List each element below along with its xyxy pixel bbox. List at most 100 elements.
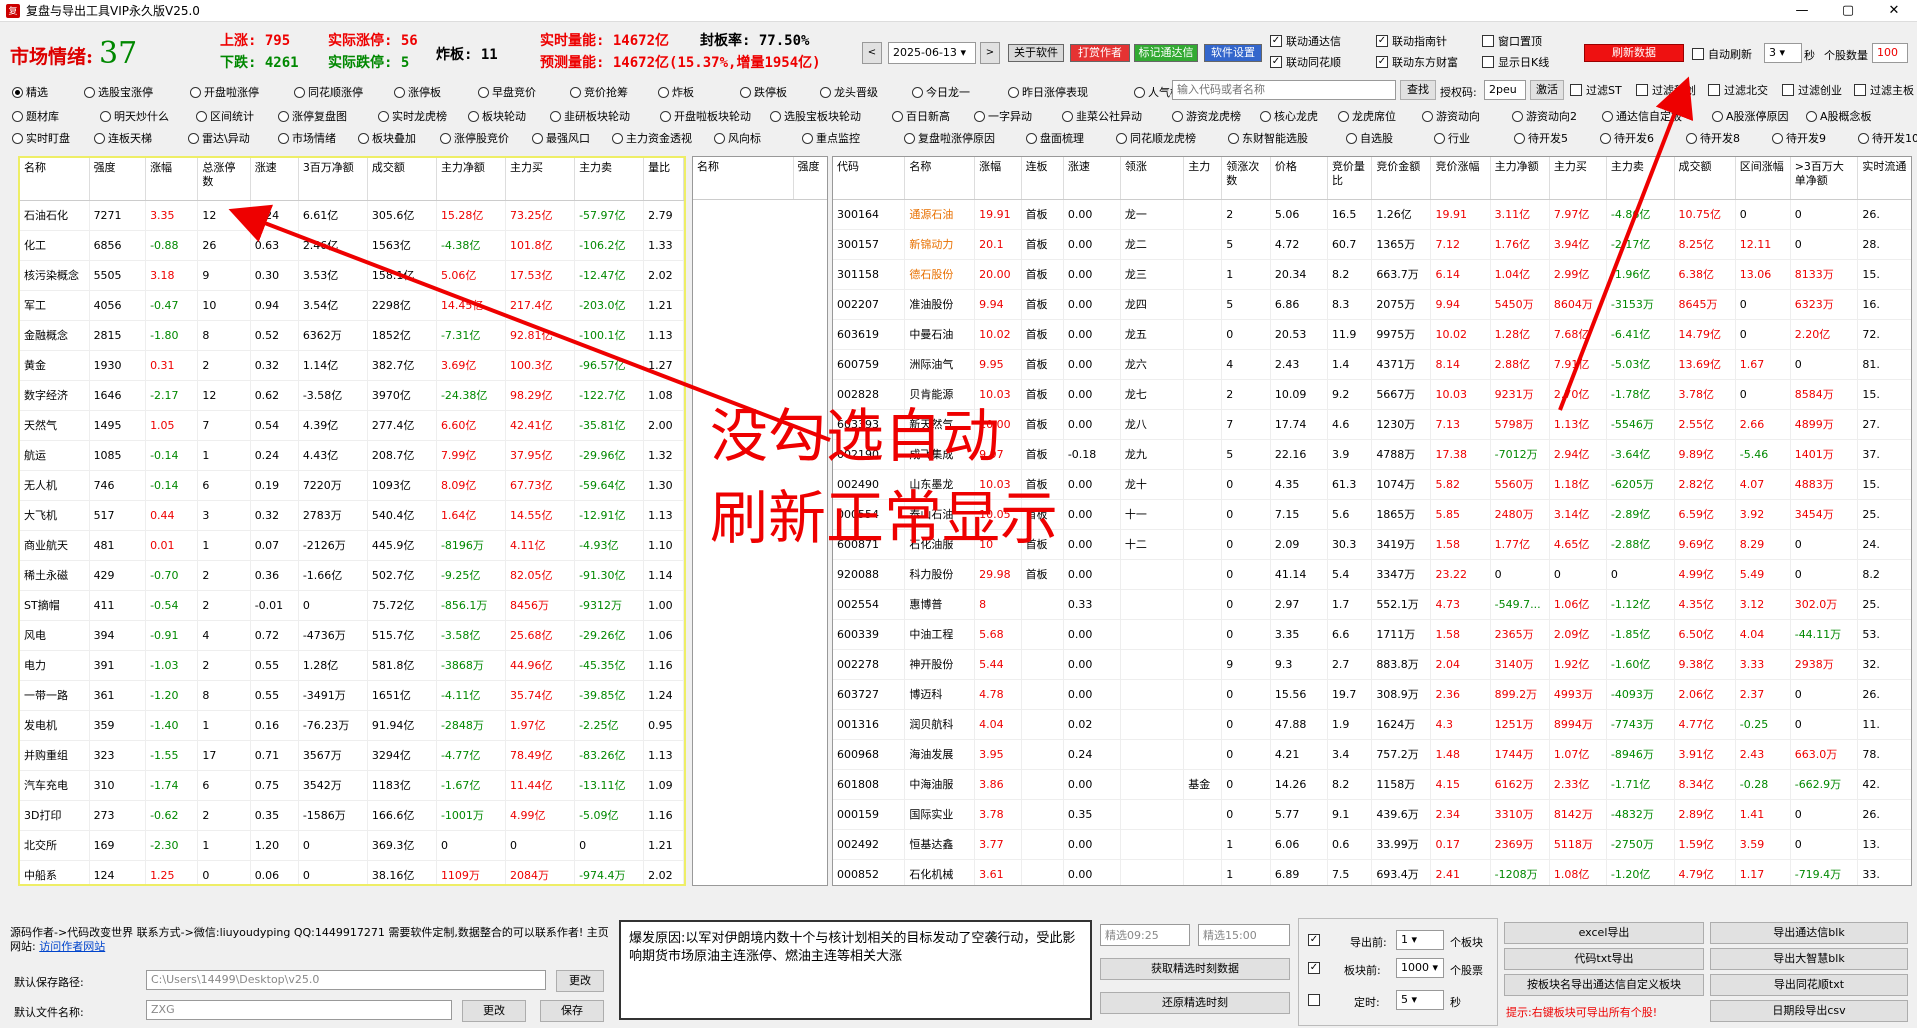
table-row[interactable]: 002492 恒基达鑫 3.77 0.00 1 6.06 0.6 33.99万 0.17 2369… <box>833 829 1911 860</box>
link-znz-checkbox[interactable]: ✓ 联动指南针 <box>1376 33 1447 49</box>
column-header[interactable]: 竞价量比 <box>1327 157 1373 200</box>
radio-row3-14[interactable]: 自选股 <box>1346 130 1393 146</box>
table-row[interactable]: 001316 润贝航科 4.04 0.02 0 47.88 1.9 1624万 4.3 1251万… <box>833 709 1911 740</box>
author-site-link[interactable]: 访问作者网站 <box>39 940 105 953</box>
column-header[interactable]: 主力买 <box>1549 157 1607 200</box>
table-row[interactable]: ST摘帽 411 -0.54 2 -0.01 0 75.72亿 -856.1万 8456万 -93… <box>20 590 684 621</box>
refresh-interval-spinner[interactable]: 3 ▾ <box>1764 43 1802 63</box>
table-row[interactable]: 石油石化 7271 3.35 12 0.24 6.61亿 305.6亿 15.28亿 73.25… <box>20 200 684 231</box>
auth-code-input[interactable]: 2peu <box>1484 80 1526 100</box>
table-row[interactable]: 大飞机 517 0.44 3 0.32 2783万 540.4亿 1.64亿 14.55亿 -12… <box>20 500 684 531</box>
radio-row2-14[interactable]: 龙虎席位 <box>1338 108 1396 124</box>
table-row[interactable]: 一带一路 361 -1.20 8 0.55 -3491万 1651亿 -4.11亿 35.74亿… <box>20 680 684 711</box>
date-picker[interactable]: 2025-06-13 ▾ <box>888 42 976 64</box>
column-header[interactable]: 强度 <box>89 158 147 201</box>
export-board-tdx-button[interactable]: 按板块名导出通达信自定义板块 <box>1504 974 1704 996</box>
column-header[interactable]: 竞价涨幅 <box>1430 157 1491 200</box>
table-row[interactable]: 002190 成飞集成 9.97 首板 -0.18 龙九 5 22.16 3.9 4788万 17.… <box>833 439 1911 470</box>
table-row[interactable]: 920088 科力股份 29.98 首板 0.00 0 41.14 5.4 3347万 23.22… <box>833 559 1911 590</box>
table-row[interactable]: 发电机 359 -1.40 1 0.16 -76.23万 91.94亿 -2848万 1.97亿… <box>20 710 684 741</box>
table-row[interactable]: 603619 中曼石油 10.02 首板 0.00 龙五 0 20.53 11.9 9975万 10… <box>833 319 1911 350</box>
radio-row3-17[interactable]: 待开发6 <box>1600 130 1654 146</box>
snapshot-time-1[interactable]: 精选09:25 <box>1100 924 1190 946</box>
change-name-button[interactable]: 更改 <box>462 1000 526 1022</box>
radio-row1-10[interactable]: 今日龙一 <box>912 84 970 100</box>
table-row[interactable]: 商业航天 481 0.01 1 0.07 -2126万 445.9亿 -8196万 4.11亿 -… <box>20 530 684 561</box>
timer-checkbox[interactable] <box>1308 994 1324 1006</box>
export-ths-txt-button[interactable]: 导出同花顺txt <box>1710 974 1908 996</box>
next-date-button[interactable]: > <box>980 42 1000 64</box>
link-ths-checkbox[interactable]: ✓ 联动同花顺 <box>1270 54 1341 70</box>
radio-row3-16[interactable]: 待开发5 <box>1514 130 1568 146</box>
table-row[interactable]: 002490 山东墨龙 10.03 首板 0.00 龙十 0 4.35 61.3 1074万 5.8… <box>833 469 1911 500</box>
link-tdx-checkbox[interactable]: ✓ 联动通达信 <box>1270 33 1341 49</box>
table-row[interactable]: 军工 4056 -0.47 10 0.94 3.54亿 2298亿 14.45亿 217.4亿 -… <box>20 290 684 321</box>
radio-row3-15[interactable]: 行业 <box>1434 130 1470 146</box>
column-header[interactable]: 涨速 <box>250 158 299 201</box>
export-dzh-blk-button[interactable]: 导出大智慧blk <box>1710 948 1908 970</box>
table-row[interactable]: 000159 国际实业 3.78 0.35 0 5.77 9.1 439.6万 2.34 3310… <box>833 799 1911 830</box>
table-row[interactable]: 603727 博迈科 4.78 0.00 0 15.56 19.7 308.9万 2.36 899… <box>833 679 1911 710</box>
link-dfcf-checkbox[interactable]: ✓ 联动东方财富 <box>1376 54 1458 70</box>
radio-row3-2[interactable]: 雷达\异动 <box>188 130 250 146</box>
column-header[interactable]: 成交额 <box>367 158 437 201</box>
radio-row2-15[interactable]: 游资动向 <box>1422 108 1480 124</box>
column-header[interactable]: 主力净额 <box>436 158 507 201</box>
filter-checkbox-2[interactable]: 过滤北交 <box>1708 82 1768 98</box>
radio-row2-3[interactable]: 涨停复盘图 <box>278 108 347 124</box>
snapshot-time-2[interactable]: 精选15:00 <box>1198 924 1290 946</box>
column-header[interactable]: 主力卖 <box>574 158 645 201</box>
radio-row1-11[interactable]: 昨日涨停表现 <box>1008 84 1088 100</box>
table-row[interactable]: 600871 石化油服 10 首板 0.00 十二 0 2.09 30.3 3419万 1.58 1.… <box>833 529 1911 560</box>
table-row[interactable]: 600968 海油发展 3.95 0.24 0 4.21 3.4 757.2万 1.48 1744… <box>833 739 1911 770</box>
table-row[interactable]: 核污染概念 5505 3.18 9 0.30 3.53亿 158.1亿 5.06亿 17.53亿… <box>20 260 684 291</box>
radio-row2-18[interactable]: A股涨停原因 <box>1712 108 1789 124</box>
prev-date-button[interactable]: < <box>862 42 882 64</box>
table-row[interactable]: 3D打印 273 -0.62 2 0.35 -1586万 166.6亿 -1001万 4.99亿… <box>20 800 684 831</box>
radio-row2-5[interactable]: 板块轮动 <box>468 108 526 124</box>
close-icon[interactable]: ✕ <box>1871 3 1917 18</box>
column-header[interactable]: 竞价金额 <box>1371 157 1432 200</box>
table-row[interactable]: 汽车充电 310 -1.74 6 0.75 3542万 1183亿 -1.67亿 11.44亿 -… <box>20 770 684 801</box>
column-header[interactable]: 实时流通 <box>1857 157 1911 200</box>
column-header[interactable]: 3百万净额 <box>298 158 368 201</box>
radio-row2-8[interactable]: 选股宝板块轮动 <box>770 108 861 124</box>
about-button[interactable]: 关于软件 <box>1008 44 1064 62</box>
show-kline-checkbox[interactable]: 显示日K线 <box>1482 54 1549 70</box>
export-tdx-blk-button[interactable]: 导出通达信blk <box>1710 922 1908 944</box>
radio-row1-9[interactable]: 龙头晋级 <box>820 84 878 100</box>
radio-row3-9[interactable]: 重点监控 <box>802 130 860 146</box>
radio-row2-0[interactable]: 题材库 <box>12 108 59 124</box>
table-row[interactable]: 000852 石化机械 3.61 0.00 1 6.89 7.5 693.4万 2.41 -120… <box>833 859 1911 885</box>
radio-row3-6[interactable]: 最强风口 <box>532 130 590 146</box>
radio-row3-12[interactable]: 同花顺龙虎榜 <box>1116 130 1196 146</box>
radio-row3-4[interactable]: 板块叠加 <box>358 130 416 146</box>
column-header[interactable]: 主力净额 <box>1490 157 1550 200</box>
refresh-data-button[interactable]: 刷新数据 <box>1584 44 1684 62</box>
column-header[interactable]: 涨速 <box>1063 157 1121 200</box>
radio-row2-10[interactable]: 一字异动 <box>974 108 1032 124</box>
radio-row3-19[interactable]: 待开发9 <box>1772 130 1826 146</box>
board-front-checkbox[interactable]: ✓ <box>1308 962 1324 974</box>
column-header[interactable]: 主力卖 <box>1606 157 1675 200</box>
settings-button[interactable]: 软件设置 <box>1204 44 1262 62</box>
save-button[interactable]: 保存 <box>540 1000 604 1022</box>
table-row[interactable]: 002207 准油股份 9.94 首板 0.00 龙四 5 6.86 8.3 2075万 9.94 5… <box>833 289 1911 320</box>
radio-row2-6[interactable]: 韭研板块轮动 <box>550 108 630 124</box>
export-front-checkbox[interactable]: ✓ <box>1308 934 1324 946</box>
table-row[interactable]: 数字经济 1646 -2.17 12 0.62 -3.58亿 3970亿 -24.38亿 98.… <box>20 380 684 411</box>
mark-tdx-button[interactable]: 标记通达信 <box>1134 44 1198 62</box>
column-header[interactable]: 名称 <box>904 157 976 200</box>
radio-row2-1[interactable]: 明天炒什么 <box>100 108 169 124</box>
column-header[interactable]: 名称 <box>693 157 794 200</box>
radio-row3-7[interactable]: 主力资金透视 <box>612 130 692 146</box>
export-front-spinner[interactable]: 1 ▾ <box>1396 930 1444 950</box>
auto-refresh-checkbox[interactable]: 自动刷新 <box>1692 46 1752 62</box>
radio-row3-5[interactable]: 涨停股竞价 <box>440 130 509 146</box>
table-row[interactable]: 黄金 1930 0.31 2 0.32 1.14亿 382.7亿 3.69亿 100.3亿 -96… <box>20 350 684 381</box>
timer-spinner[interactable]: 5 ▾ <box>1396 990 1444 1010</box>
column-header[interactable]: >3百万大单净额 <box>1790 157 1859 200</box>
table-row[interactable]: 603393 新天然气 10.00 首板 0.00 龙八 7 17.74 4.6 1230万 7.1… <box>833 409 1911 440</box>
table-row[interactable]: 稀土永磁 429 -0.70 2 0.36 -1.66亿 502.7亿 -9.25亿 82.05… <box>20 560 684 591</box>
period-csv-export-button[interactable]: 日期段导出csv <box>1710 1000 1908 1022</box>
